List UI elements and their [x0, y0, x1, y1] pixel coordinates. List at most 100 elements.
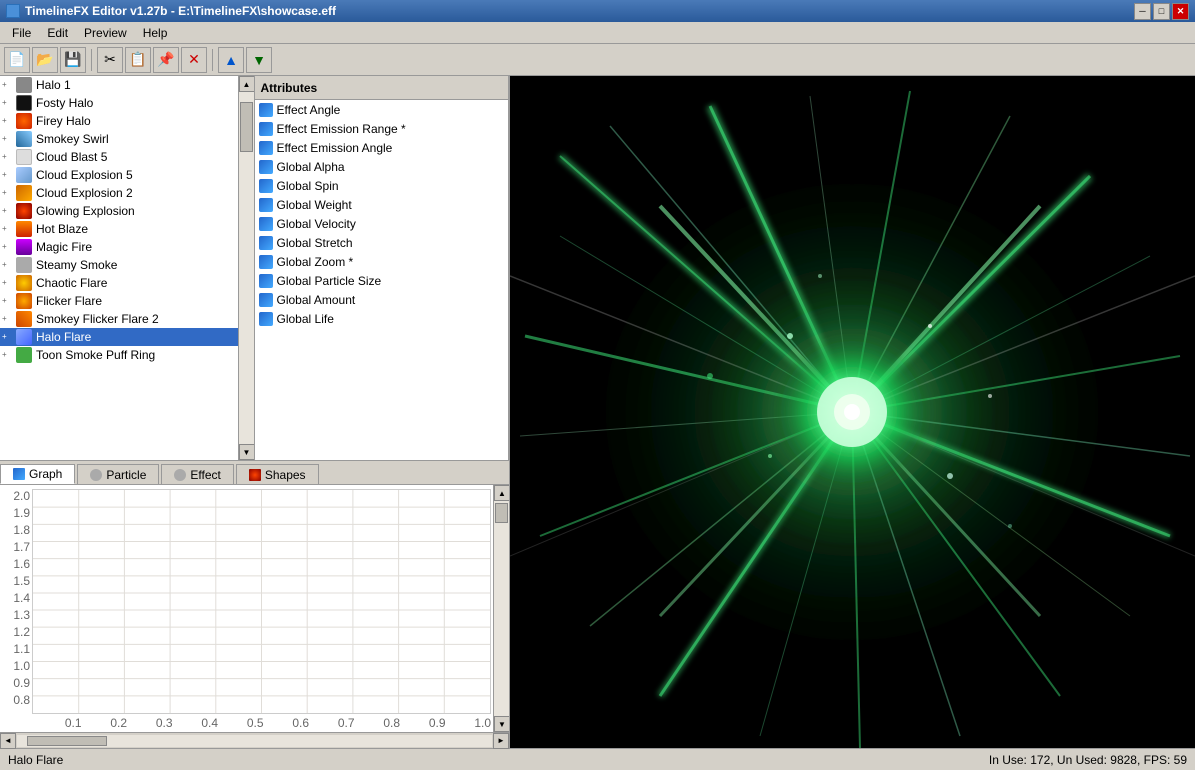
list-item[interactable]: + Toon Smoke Puff Ring — [0, 346, 238, 364]
expand-icon[interactable]: + — [2, 80, 12, 90]
expand-icon[interactable]: + — [2, 170, 12, 180]
menu-file[interactable]: File — [4, 24, 39, 42]
list-item[interactable]: + Hot Blaze — [0, 220, 238, 238]
attr-item[interactable]: Global Life — [255, 309, 509, 328]
tab-effect[interactable]: Effect — [161, 464, 233, 484]
save-button[interactable]: 💾 — [60, 47, 86, 73]
list-item[interactable]: + Firey Halo — [0, 112, 238, 130]
attr-icon — [259, 293, 273, 307]
attr-item[interactable]: Global Amount — [255, 290, 509, 309]
attr-item[interactable]: Global Velocity — [255, 214, 509, 233]
effect-name: Hot Blaze — [36, 222, 88, 236]
scroll-thumb[interactable] — [240, 102, 253, 152]
effect-name: Fosty Halo — [36, 96, 93, 110]
status-right: In Use: 172, Un Used: 9828, FPS: 59 — [989, 753, 1187, 767]
graph-hscrollbar: ◄ ► — [0, 732, 509, 748]
tab-graph[interactable]: Graph — [0, 464, 75, 484]
paste-button[interactable]: 📌 — [153, 47, 179, 73]
expand-icon[interactable]: + — [2, 260, 12, 270]
expand-icon[interactable]: + — [2, 332, 12, 342]
expand-icon[interactable]: + — [2, 206, 12, 216]
attr-name: Global Weight — [277, 198, 352, 212]
effect-name: Steamy Smoke — [36, 258, 117, 272]
attr-name: Global Velocity — [277, 217, 356, 231]
effect-name: Cloud Blast 5 — [36, 150, 107, 164]
move-up-button[interactable]: ▲ — [218, 47, 244, 73]
list-item[interactable]: + Chaotic Flare — [0, 274, 238, 292]
minimize-button[interactable]: ─ — [1134, 3, 1151, 20]
y-label: 0.8 — [2, 693, 30, 707]
cut-button[interactable]: ✂ — [97, 47, 123, 73]
list-item[interactable]: + Magic Fire — [0, 238, 238, 256]
tab-particle[interactable]: Particle — [77, 464, 159, 484]
attr-name: Global Zoom * — [277, 255, 354, 269]
graph-hscroll-thumb[interactable] — [27, 736, 107, 746]
list-item[interactable]: + Halo 1 — [0, 76, 238, 94]
expand-icon[interactable]: + — [2, 314, 12, 324]
expand-icon[interactable]: + — [2, 350, 12, 360]
list-item[interactable]: + Cloud Explosion 5 — [0, 166, 238, 184]
copy-button[interactable]: 📋 — [125, 47, 151, 73]
tab-shapes-icon — [249, 469, 261, 481]
attr-item[interactable]: Global Zoom * — [255, 252, 509, 271]
attr-icon — [259, 141, 273, 155]
list-item[interactable]: + Glowing Explosion — [0, 202, 238, 220]
list-item[interactable]: + Smokey Swirl — [0, 130, 238, 148]
graph-scroll-left[interactable]: ◄ — [0, 733, 16, 749]
attr-item[interactable]: Global Particle Size — [255, 271, 509, 290]
graph-scroll-right[interactable]: ► — [493, 733, 509, 749]
attr-item[interactable]: Global Alpha — [255, 157, 509, 176]
attr-item[interactable]: Global Weight — [255, 195, 509, 214]
graph-vscroll-track[interactable] — [494, 501, 509, 716]
expand-icon[interactable]: + — [2, 98, 12, 108]
attr-item[interactable]: Effect Emission Angle — [255, 138, 509, 157]
tab-shapes[interactable]: Shapes — [236, 464, 319, 484]
scroll-track[interactable] — [239, 92, 254, 444]
expand-icon[interactable]: + — [2, 278, 12, 288]
move-down-button[interactable]: ▼ — [246, 47, 272, 73]
expand-icon[interactable]: + — [2, 134, 12, 144]
expand-icon[interactable]: + — [2, 224, 12, 234]
attr-name: Global Particle Size — [277, 274, 382, 288]
graph-area[interactable] — [32, 489, 491, 714]
attr-item[interactable]: Global Stretch — [255, 233, 509, 252]
tabs-bar: Graph Particle Effect Shapes — [0, 461, 509, 485]
list-item-selected[interactable]: + Halo Flare — [0, 328, 238, 346]
graph-scroll-down[interactable]: ▼ — [494, 716, 509, 732]
expand-icon[interactable]: + — [2, 296, 12, 306]
attr-item[interactable]: Effect Angle — [255, 100, 509, 119]
effect-thumbnail — [16, 131, 32, 147]
list-item[interactable]: + Cloud Blast 5 — [0, 148, 238, 166]
expand-icon[interactable]: + — [2, 188, 12, 198]
y-label: 1.5 — [2, 574, 30, 588]
graph-scroll-up[interactable]: ▲ — [494, 485, 509, 501]
expand-icon[interactable]: + — [2, 152, 12, 162]
menu-help[interactable]: Help — [135, 24, 176, 42]
attr-item[interactable]: Global Spin — [255, 176, 509, 195]
scroll-down-arrow[interactable]: ▼ — [239, 444, 254, 460]
graph-hscroll-track[interactable] — [17, 735, 492, 747]
expand-icon[interactable]: + — [2, 242, 12, 252]
y-label: 1.3 — [2, 608, 30, 622]
list-item[interactable]: + Fosty Halo — [0, 94, 238, 112]
list-item[interactable]: + Cloud Explosion 2 — [0, 184, 238, 202]
new-button[interactable]: 📄 — [4, 47, 30, 73]
scroll-up-arrow[interactable]: ▲ — [239, 76, 254, 92]
delete-button[interactable]: ✕ — [181, 47, 207, 73]
list-item[interactable]: + Steamy Smoke — [0, 256, 238, 274]
maximize-button[interactable]: □ — [1153, 3, 1170, 20]
menu-edit[interactable]: Edit — [39, 24, 76, 42]
attr-icon — [259, 255, 273, 269]
expand-icon[interactable]: + — [2, 116, 12, 126]
list-item[interactable]: + Smokey Flicker Flare 2 — [0, 310, 238, 328]
graph-x-labels: 0.0 0.1 0.2 0.3 0.4 0.5 0.6 0.7 0.8 0.9 … — [32, 714, 493, 732]
graph-vscroll-thumb[interactable] — [495, 503, 508, 523]
close-button[interactable]: ✕ — [1172, 3, 1189, 20]
list-item[interactable]: + Flicker Flare — [0, 292, 238, 310]
menu-preview[interactable]: Preview — [76, 24, 135, 42]
attr-icon — [259, 236, 273, 250]
open-button[interactable]: 📂 — [32, 47, 58, 73]
graph-y-labels: 2.0 1.9 1.8 1.7 1.6 1.5 1.4 1.3 1.2 1.1 … — [0, 485, 32, 732]
effect-thumbnail — [16, 113, 32, 129]
attr-item[interactable]: Effect Emission Range * — [255, 119, 509, 138]
